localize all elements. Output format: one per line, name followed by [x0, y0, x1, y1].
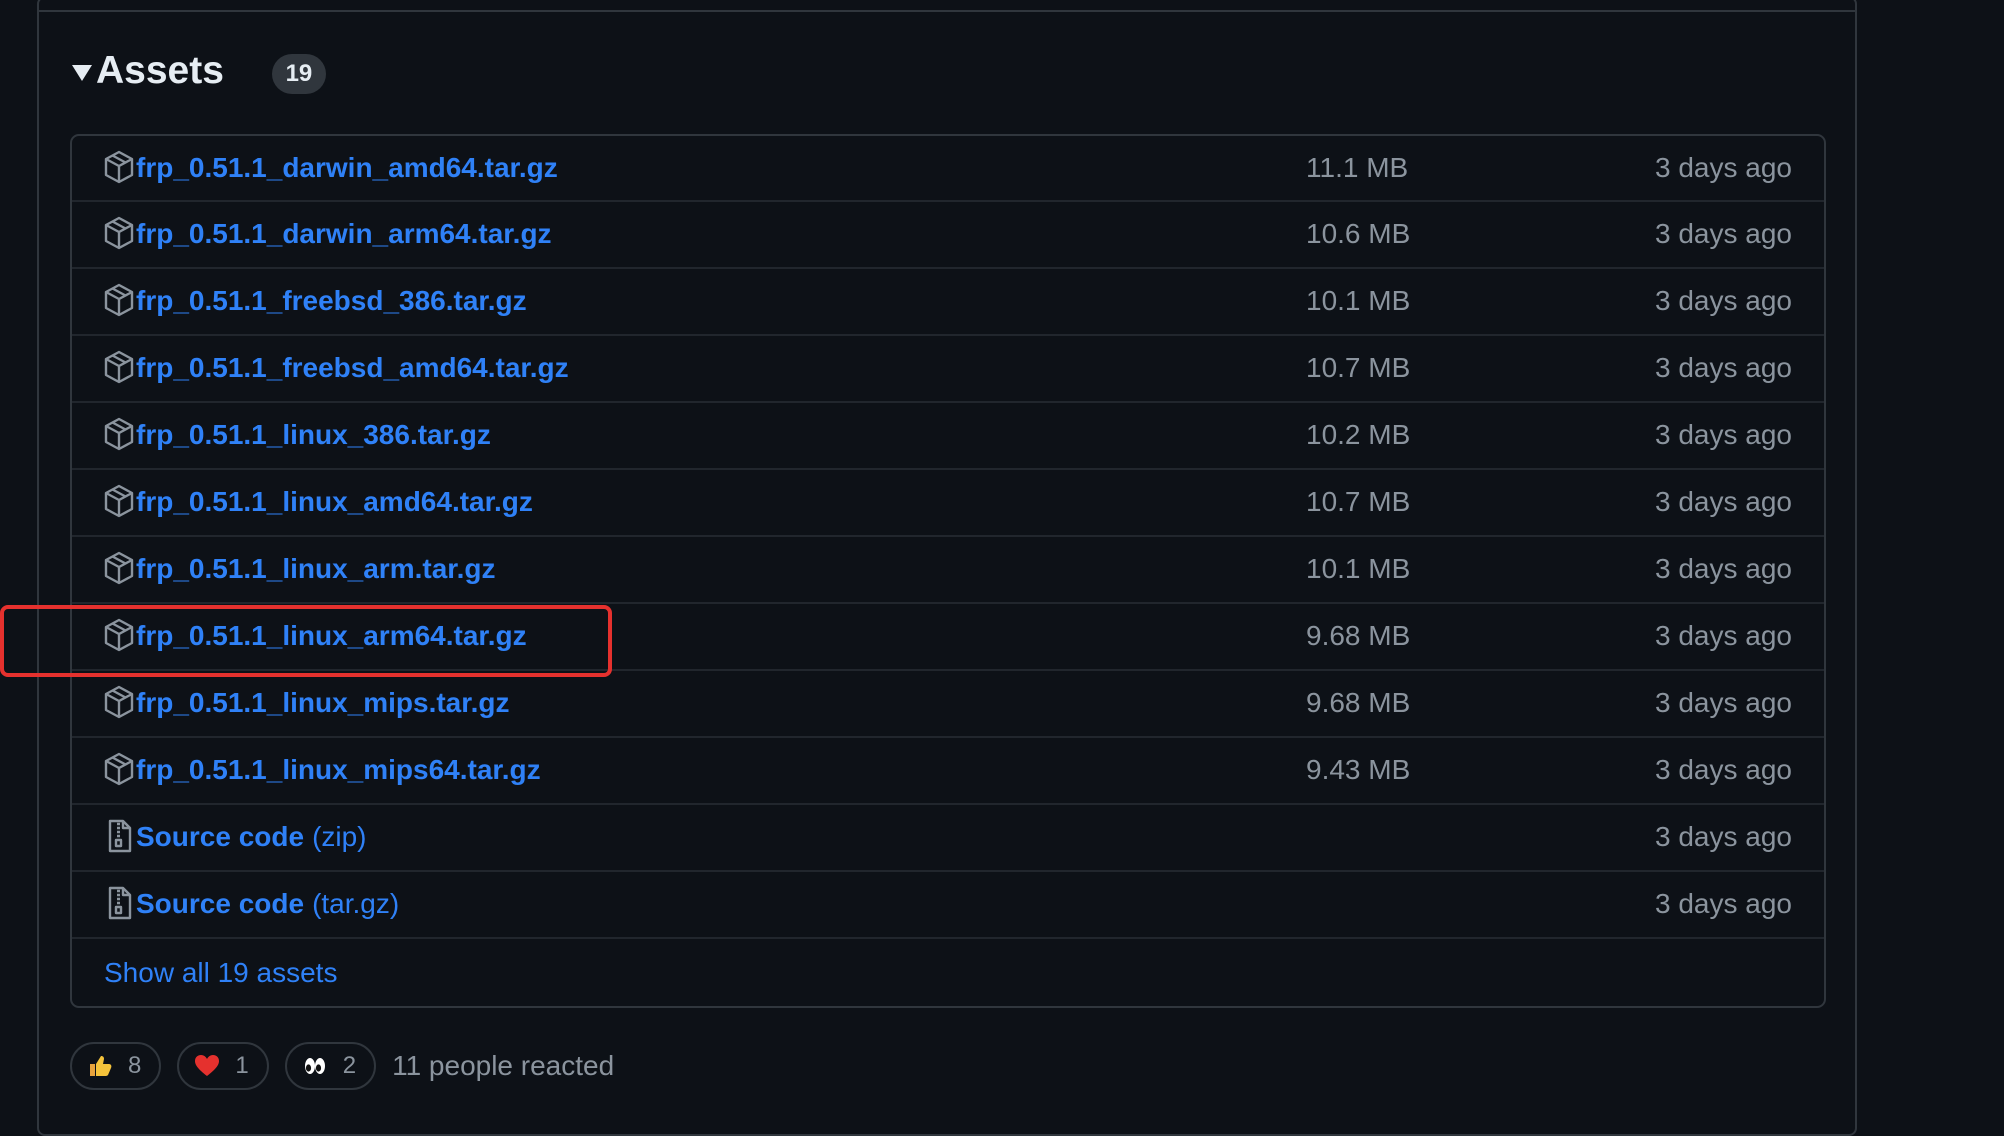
package-icon: [104, 685, 134, 719]
asset-name[interactable]: frp_0.51.1_darwin_amd64.tar.gz: [136, 152, 558, 183]
asset-timestamp: 3 days ago: [1655, 888, 1792, 919]
package-icon: [104, 618, 134, 652]
asset-link[interactable]: frp_0.51.1_linux_mips.tar.gz: [136, 687, 510, 719]
asset-row: Source code (tar.gz) 3 days ago: [72, 872, 1824, 939]
package-icon: [104, 752, 134, 786]
asset-size: 10.6 MB: [1306, 218, 1411, 249]
asset-size: 9.43 MB: [1306, 754, 1411, 785]
asset-link[interactable]: Source code (tar.gz): [136, 888, 399, 920]
asset-timestamp: 3 days ago: [1655, 821, 1792, 852]
asset-size: 10.7 MB: [1306, 486, 1411, 517]
assets-count-badge: 19: [271, 54, 326, 94]
asset-link[interactable]: frp_0.51.1_freebsd_386.tar.gz: [136, 285, 527, 317]
package-icon: [104, 350, 134, 384]
asset-row: frp_0.51.1_linux_arm64.tar.gz 9.68 MB 3 da…: [72, 604, 1824, 671]
reaction-count: 1: [235, 1052, 249, 1079]
reaction-button[interactable]: 2: [284, 1042, 377, 1090]
reactions-summary: 11 people reacted: [392, 1050, 615, 1081]
asset-link[interactable]: frp_0.51.1_darwin_arm64.tar.gz: [136, 218, 552, 250]
asset-link[interactable]: frp_0.51.1_linux_arm64.tar.gz: [136, 620, 527, 652]
asset-size: 11.1 MB: [1306, 152, 1409, 183]
asset-name[interactable]: frp_0.51.1_linux_arm64.tar.gz: [136, 620, 527, 651]
thumbs-up-icon: [86, 1052, 114, 1080]
asset-row: frp_0.51.1_linux_amd64.tar.gz 10.7 MB 3 da…: [72, 470, 1824, 537]
show-all-row: Show all 19 assets: [72, 939, 1824, 1006]
package-icon: [104, 417, 134, 451]
asset-name[interactable]: frp_0.51.1_linux_arm.tar.gz: [136, 553, 496, 584]
reaction-count: 2: [342, 1052, 357, 1079]
asset-format[interactable]: (tar.gz): [312, 888, 399, 919]
asset-row: frp_0.51.1_linux_mips64.tar.gz 9.43 MB 3 d…: [72, 738, 1824, 805]
asset-size: 9.68 MB: [1306, 620, 1411, 651]
asset-timestamp: 3 days ago: [1655, 419, 1792, 450]
asset-row: frp_0.51.1_darwin_arm64.tar.gz 10.6 MB 3 d…: [72, 202, 1824, 269]
asset-timestamp: 3 days ago: [1655, 486, 1792, 517]
asset-timestamp: 3 days ago: [1655, 687, 1792, 718]
asset-link[interactable]: frp_0.51.1_freebsd_amd64.tar.gz: [136, 352, 569, 384]
asset-name[interactable]: frp_0.51.1_linux_mips64.tar.gz: [136, 754, 541, 785]
asset-link[interactable]: frp_0.51.1_linux_386.tar.gz: [136, 419, 491, 451]
asset-timestamp: 3 days ago: [1655, 285, 1792, 316]
asset-format[interactable]: (zip): [312, 821, 366, 852]
file-zip-icon: [104, 886, 134, 920]
asset-link[interactable]: frp_0.51.1_linux_mips64.tar.gz: [136, 754, 541, 786]
reaction-button[interactable]: 8: [70, 1042, 162, 1090]
asset-row: frp_0.51.1_darwin_amd64.tar.gz 11.1 MB 3 d…: [72, 136, 1824, 202]
asset-timestamp: 3 days ago: [1655, 754, 1792, 785]
asset-name[interactable]: frp_0.51.1_freebsd_amd64.tar.gz: [136, 352, 569, 383]
asset-row: frp_0.51.1_linux_arm.tar.gz 10.1 MB 3 days…: [72, 537, 1824, 604]
asset-row: frp_0.51.1_freebsd_386.tar.gz 10.1 MB 3 da…: [72, 269, 1824, 336]
heart-icon: [193, 1052, 221, 1080]
asset-timestamp: 3 days ago: [1655, 553, 1792, 584]
asset-row: frp_0.51.1_linux_386.tar.gz 10.2 MB 3 days…: [72, 403, 1824, 470]
asset-row: frp_0.51.1_linux_mips.tar.gz 9.68 MB 3 day…: [72, 671, 1824, 738]
asset-link[interactable]: frp_0.51.1_linux_arm.tar.gz: [136, 553, 496, 585]
package-icon: [104, 551, 134, 585]
file-zip-icon: [104, 819, 134, 853]
package-icon: [104, 216, 134, 250]
asset-name[interactable]: frp_0.51.1_linux_amd64.tar.gz: [136, 486, 533, 517]
asset-name[interactable]: frp_0.51.1_freebsd_386.tar.gz: [136, 285, 527, 316]
package-icon: [104, 283, 134, 317]
asset-size: 10.1 MB: [1306, 553, 1411, 584]
asset-timestamp: 3 days ago: [1655, 620, 1792, 651]
reaction-button[interactable]: 1: [177, 1042, 269, 1090]
assets-title[interactable]: Assets: [96, 49, 224, 93]
reaction-count: 8: [128, 1052, 142, 1079]
asset-timestamp: 3 days ago: [1655, 352, 1792, 383]
asset-timestamp: 3 days ago: [1655, 218, 1792, 249]
asset-name[interactable]: frp_0.51.1_linux_386.tar.gz: [136, 419, 491, 450]
asset-name[interactable]: frp_0.51.1_darwin_arm64.tar.gz: [136, 218, 552, 249]
assets-list: frp_0.51.1_darwin_amd64.tar.gz 11.1 MB 3 d…: [70, 134, 1826, 1008]
asset-link[interactable]: frp_0.51.1_darwin_amd64.tar.gz: [136, 152, 558, 184]
asset-timestamp: 3 days ago: [1655, 152, 1792, 183]
package-icon: [104, 484, 134, 518]
reactions-bar: 8 1 2 11 people reacted: [70, 1042, 614, 1090]
asset-size: 10.1 MB: [1306, 285, 1411, 316]
assets-header[interactable]: Assets 19: [72, 48, 326, 94]
asset-name[interactable]: Source code: [136, 821, 304, 852]
asset-name[interactable]: frp_0.51.1_linux_mips.tar.gz: [136, 687, 510, 718]
asset-size: 9.68 MB: [1306, 687, 1411, 718]
asset-link[interactable]: Source code (zip): [136, 821, 367, 853]
eyes-icon: [301, 1052, 329, 1080]
asset-name[interactable]: Source code: [136, 888, 304, 919]
divider: [39, 10, 1855, 12]
package-icon: [104, 150, 134, 184]
caret-down-icon[interactable]: [72, 65, 92, 81]
asset-size: 10.7 MB: [1306, 352, 1411, 383]
asset-size: 10.2 MB: [1306, 419, 1411, 450]
asset-row: Source code (zip) 3 days ago: [72, 805, 1824, 872]
asset-link[interactable]: frp_0.51.1_linux_amd64.tar.gz: [136, 486, 533, 518]
asset-row: frp_0.51.1_freebsd_amd64.tar.gz 10.7 MB 3 …: [72, 336, 1824, 403]
show-all-assets-link[interactable]: Show all 19 assets: [104, 957, 337, 989]
